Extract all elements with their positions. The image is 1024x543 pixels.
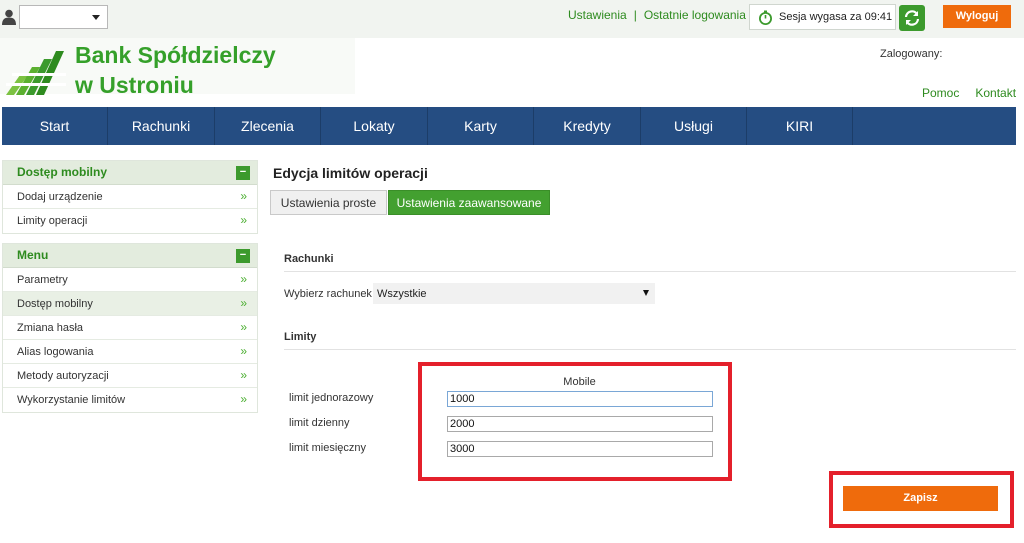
refresh-session-button[interactable]: [899, 5, 925, 31]
sidebar-mobile-box: Dostęp mobilny − Dodaj urządzenie » Limi…: [2, 160, 258, 234]
tab-simple-settings[interactable]: Ustawienia proste: [270, 190, 387, 215]
account-select-label: Wybierz rachunek: [284, 288, 372, 300]
user-icon: [2, 9, 16, 25]
nav-item-start[interactable]: Start: [2, 107, 108, 145]
sidebar-item-limit-usage[interactable]: Wykorzystanie limitów »: [3, 388, 257, 412]
link-separator: |: [633, 8, 637, 22]
top-links: Ustawienia | Ostatnie logowania: [568, 8, 746, 22]
sidebar-item-operation-limits[interactable]: Limity operacji »: [3, 209, 257, 233]
double-chevron-right-icon: »: [240, 392, 247, 406]
nav-item-accounts[interactable]: Rachunki: [108, 107, 215, 145]
top-bar: Ustawienia | Ostatnie logowania Sesja wyga…: [0, 0, 1024, 38]
account-select-value: Wszystkie: [377, 288, 427, 300]
sidebar-item-label: Limity operacji: [17, 215, 88, 227]
nav-item-deposits[interactable]: Lokaty: [321, 107, 428, 145]
bank-name-line1: Bank Spółdzielczy: [75, 42, 276, 68]
refresh-icon: [904, 10, 920, 26]
single-limit-label: limit jednorazowy: [289, 392, 374, 404]
limits-section-title: Limity: [284, 331, 317, 343]
save-button[interactable]: Zapisz: [843, 486, 998, 511]
double-chevron-right-icon: »: [240, 213, 247, 227]
session-timer: Sesja wygasa za 09:41: [749, 4, 896, 30]
logout-button[interactable]: Wyloguj: [943, 5, 1011, 28]
daily-limit-label: limit dzienny: [289, 417, 350, 429]
nav-item-loans[interactable]: Kredyty: [534, 107, 641, 145]
sidebar-item-label: Parametry: [17, 274, 68, 286]
double-chevron-right-icon: »: [240, 320, 247, 334]
session-text: Sesja wygasa za 09:41: [779, 11, 893, 23]
double-chevron-right-icon: »: [240, 189, 247, 203]
sidebar-item-mobile-access[interactable]: Dostęp mobilny »: [3, 292, 257, 316]
sidebar-menu-box: Menu − Parametry » Dostęp mobilny » Zmia…: [2, 243, 258, 413]
settings-link[interactable]: Ustawienia: [568, 8, 627, 22]
section-divider: [284, 271, 1016, 272]
sidebar-item-add-device[interactable]: Dodaj urządzenie »: [3, 185, 257, 209]
section-divider: [284, 349, 1016, 350]
help-link[interactable]: Pomoc: [922, 86, 959, 100]
account-select[interactable]: Wszystkie: [373, 283, 655, 304]
page-title: Edycja limitów operacji: [273, 165, 428, 181]
bank-name-line2: w Ustroniu: [75, 72, 194, 98]
nav-item-services[interactable]: Usługi: [641, 107, 747, 145]
collapse-icon[interactable]: −: [236, 166, 250, 180]
profile-select[interactable]: [19, 5, 108, 29]
help-links: Pomoc Kontakt: [922, 86, 1024, 100]
sidebar-menu-title: Menu: [17, 248, 49, 262]
contact-link[interactable]: Kontakt: [975, 86, 1016, 100]
sidebar-item-login-alias[interactable]: Alias logowania »: [3, 340, 257, 364]
daily-limit-input[interactable]: [447, 416, 713, 432]
sidebar-item-label: Dostęp mobilny: [17, 298, 93, 310]
monthly-limit-label: limit miesięczny: [289, 442, 367, 454]
sidebar-item-label: Metody autoryzacji: [17, 370, 109, 382]
main-nav: Start Rachunki Zlecenia Lokaty Karty Kre…: [2, 107, 1016, 145]
chevron-down-icon: [643, 290, 649, 296]
sidebar-item-auth-methods[interactable]: Metody autoryzacji »: [3, 364, 257, 388]
sidebar-item-label: Alias logowania: [17, 346, 94, 358]
sidebar-mobile-title: Dostęp mobilny: [17, 165, 108, 179]
mobile-column-header: Mobile: [563, 376, 596, 388]
stopwatch-icon: [759, 10, 772, 25]
double-chevron-right-icon: »: [240, 272, 247, 286]
nav-item-kiri[interactable]: KIRI: [747, 107, 853, 145]
sidebar-menu-header[interactable]: Menu −: [3, 244, 257, 268]
logged-in-label: Zalogowany:: [880, 48, 943, 60]
sidebar-item-label: Dodaj urządzenie: [17, 191, 103, 203]
single-limit-input[interactable]: [447, 391, 713, 407]
sidebar-item-label: Zmiana hasła: [17, 322, 84, 334]
bank-logo-icon: [6, 51, 66, 95]
last-logins-link[interactable]: Ostatnie logowania: [644, 8, 746, 22]
bank-logo[interactable]: Bank Spółdzielczy w Ustroniu: [0, 38, 355, 98]
sidebar-item-change-password[interactable]: Zmiana hasła »: [3, 316, 257, 340]
monthly-limit-input[interactable]: [447, 441, 713, 457]
bank-name: Bank Spółdzielczy w Ustroniu: [75, 40, 276, 100]
chevron-down-icon: [92, 15, 100, 20]
double-chevron-right-icon: »: [240, 368, 247, 382]
nav-item-orders[interactable]: Zlecenia: [215, 107, 321, 145]
sidebar-item-parameters[interactable]: Parametry »: [3, 268, 257, 292]
double-chevron-right-icon: »: [240, 344, 247, 358]
double-chevron-right-icon: »: [240, 296, 247, 310]
nav-item-cards[interactable]: Karty: [428, 107, 534, 145]
sidebar-mobile-header[interactable]: Dostęp mobilny −: [3, 161, 257, 185]
accounts-section-title: Rachunki: [284, 253, 334, 265]
sidebar-item-label: Wykorzystanie limitów: [17, 394, 126, 406]
collapse-icon[interactable]: −: [236, 249, 250, 263]
tab-advanced-settings[interactable]: Ustawienia zaawansowane: [388, 190, 550, 215]
